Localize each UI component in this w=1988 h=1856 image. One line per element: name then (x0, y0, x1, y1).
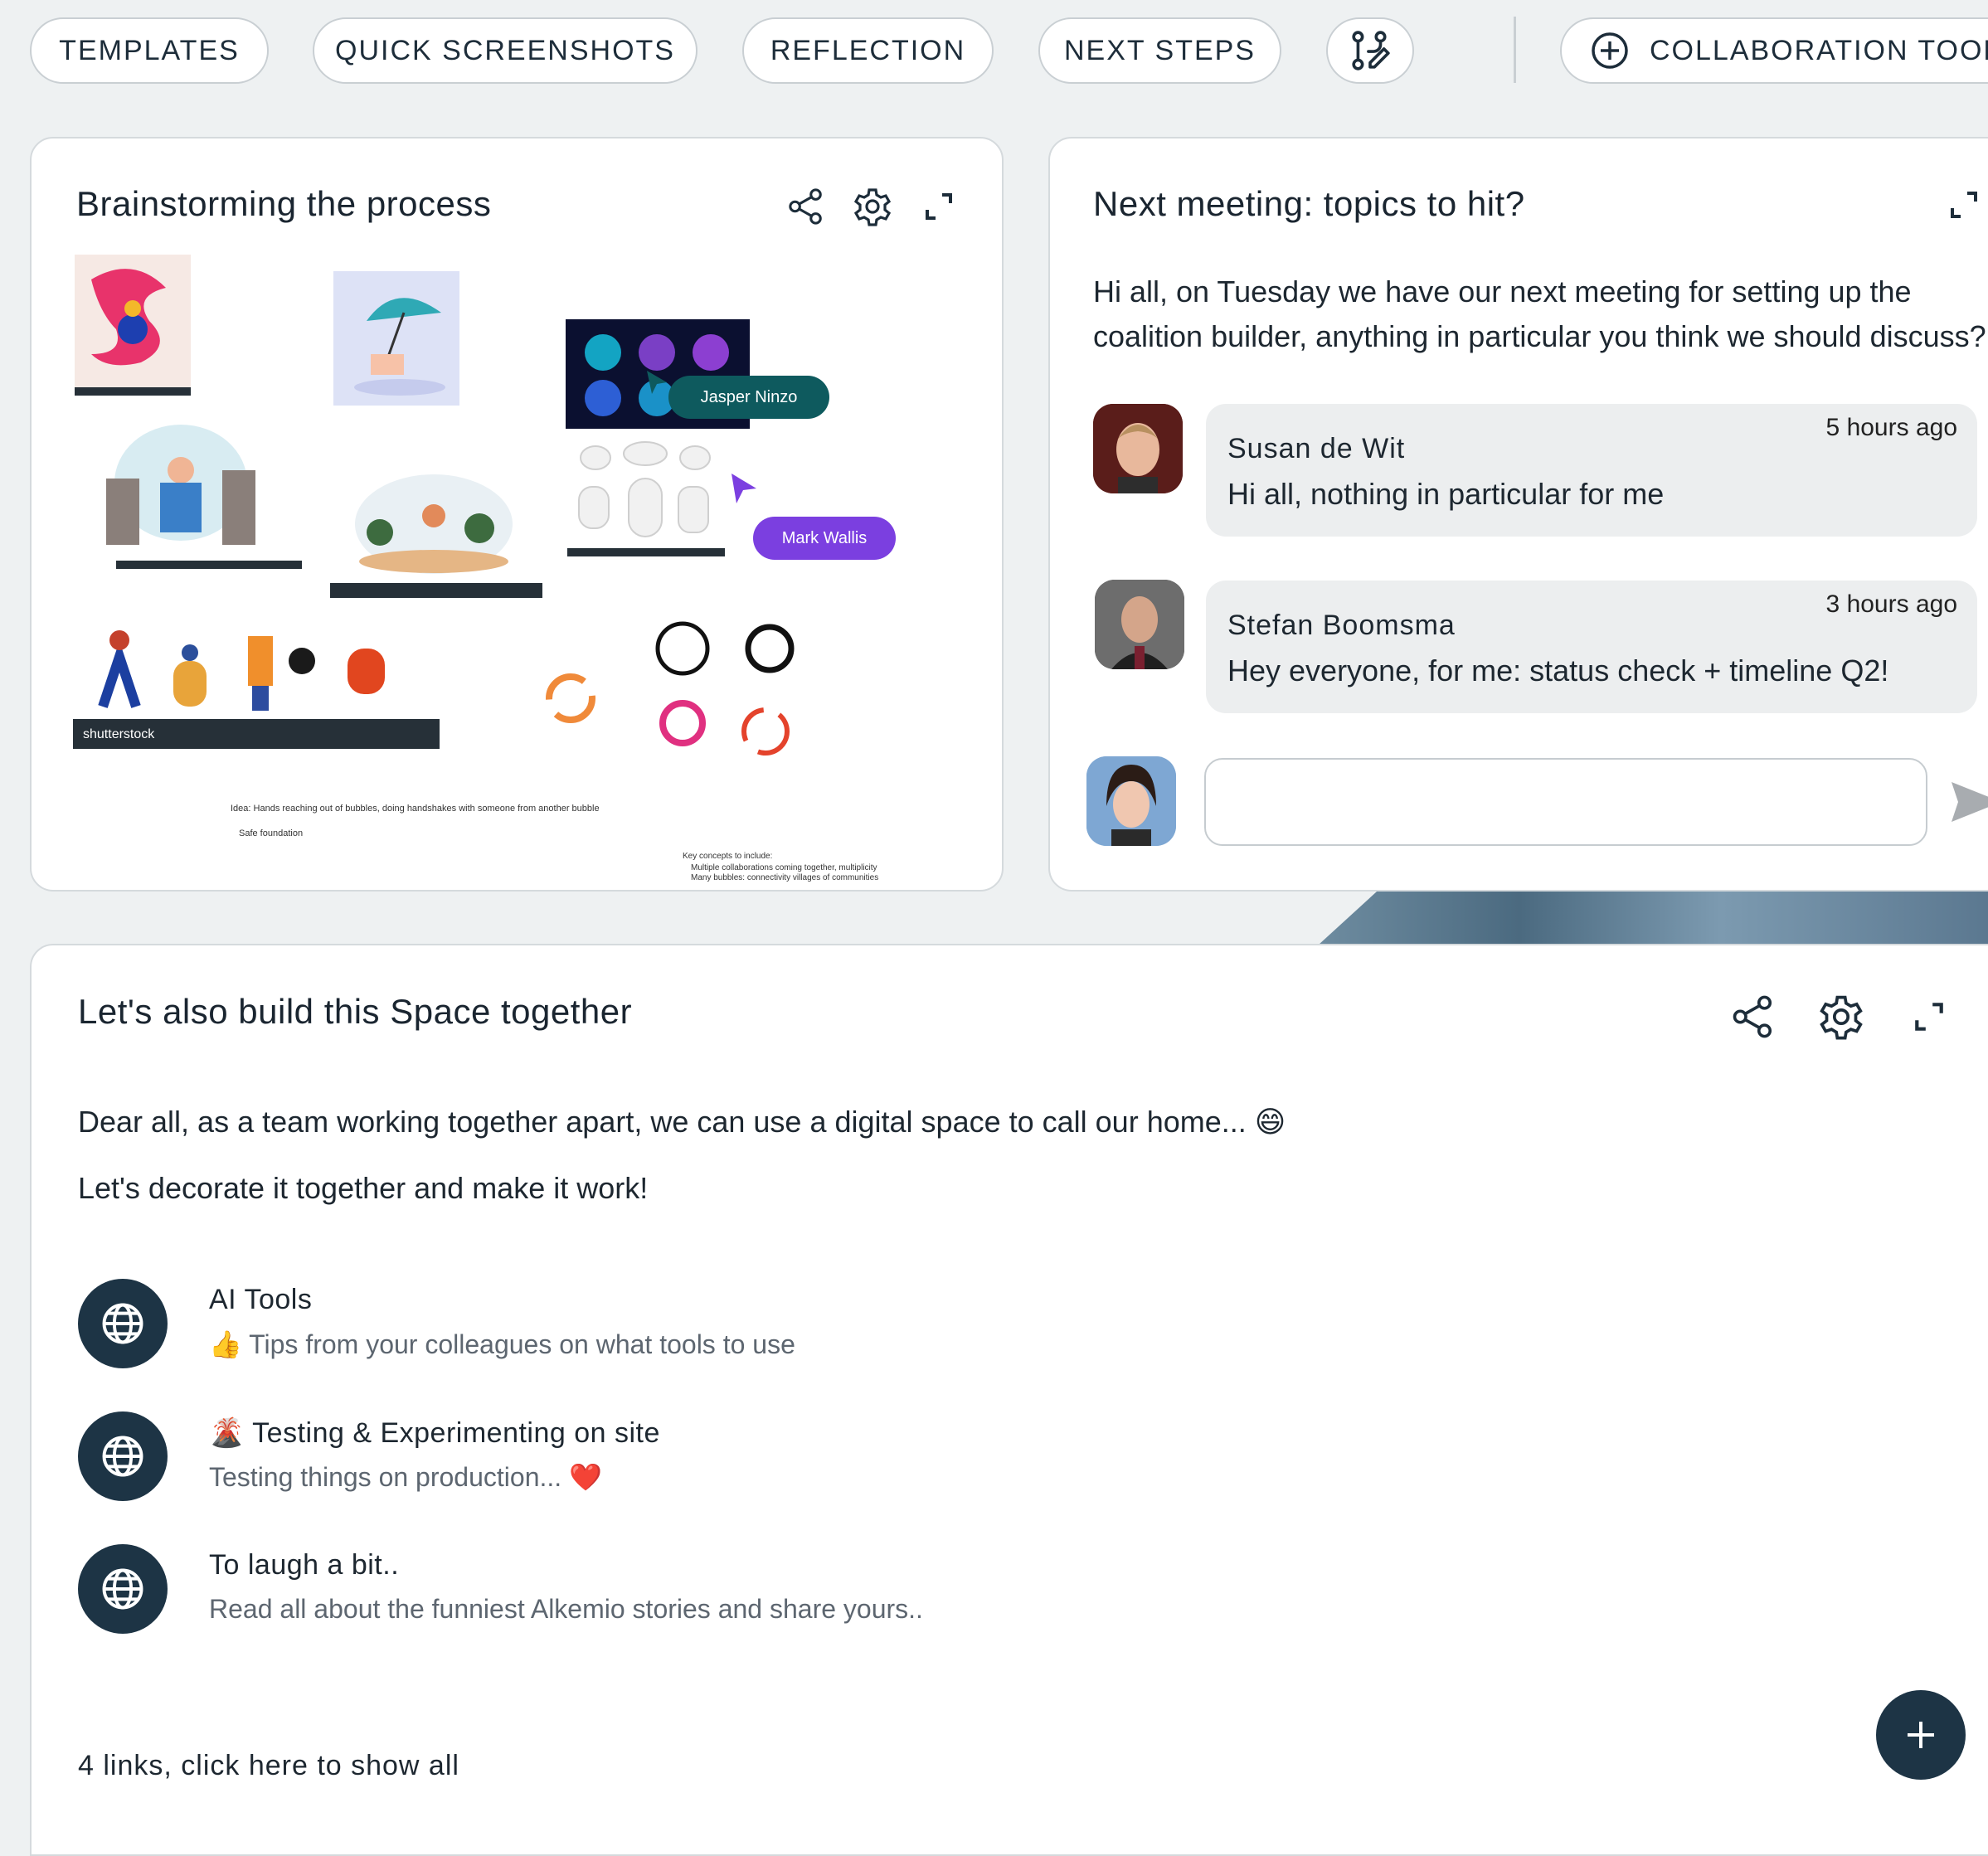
add-circle-icon (1592, 32, 1628, 69)
link-title[interactable]: To laugh a bit.. (209, 1549, 399, 1581)
background-banner (1319, 892, 1988, 945)
avatar (1095, 580, 1184, 669)
whiteboard-note: Multiple collaborations coming together,… (691, 863, 877, 872)
share-icon (789, 188, 822, 225)
illustration-circle-strokes (546, 621, 795, 756)
expand-button[interactable] (1904, 992, 1954, 1042)
whiteboard-canvas[interactable]: Jasper Ninzo Mark Wallis shutterstock Id… (56, 255, 985, 885)
illustration-pink-figure (75, 255, 191, 387)
message-author: Stefan Boomsma (1227, 610, 1456, 641)
settings-button[interactable] (1816, 992, 1866, 1042)
image-caption-bar (116, 561, 302, 569)
collaborator-cursor-label: Mark Wallis (753, 517, 896, 560)
show-all-links[interactable]: 4 links, click here to show all (78, 1750, 459, 1782)
discussion-description: Hi all, on Tuesday we have our next meet… (1093, 275, 1986, 353)
cursor-name: Jasper Ninzo (700, 387, 798, 406)
avatar (1093, 404, 1183, 493)
cursor-name: Mark Wallis (781, 528, 868, 547)
cursor-arrow-icon (732, 474, 756, 503)
flow-edit-icon (1352, 31, 1390, 70)
gear-icon (1820, 995, 1863, 1040)
tab-label: QUICK SCREENSHOTS (335, 34, 675, 66)
link-item-icon[interactable] (78, 1411, 168, 1501)
tab-reflection[interactable]: REFLECTION (742, 17, 994, 84)
link-description: Testing things on production... ❤️ (209, 1462, 602, 1492)
message-text: Hi all, nothing in particular for me (1227, 477, 1665, 511)
description-line: Let's decorate it together and make it w… (78, 1171, 649, 1205)
tab-next-steps[interactable]: NEXT STEPS (1038, 17, 1281, 84)
illustration-family-bubble (90, 420, 272, 553)
tab-label: NEXT STEPS (1064, 34, 1256, 66)
add-link-button[interactable] (1876, 1690, 1966, 1780)
globe-icon (102, 1568, 143, 1610)
whiteboard-note: Idea: Hands reaching out of bubbles, doi… (231, 804, 600, 814)
image-caption-bar (330, 583, 542, 598)
image-caption-bar (567, 548, 725, 556)
gear-icon (853, 188, 892, 226)
globe-icon (102, 1303, 143, 1344)
send-icon (1952, 782, 1988, 822)
whiteboard-note: Key concepts to include: (683, 852, 773, 861)
message-author: Susan de Wit (1227, 433, 1406, 464)
reply-input[interactable] (1204, 758, 1927, 846)
link-item-icon[interactable] (78, 1279, 168, 1368)
expand-button[interactable] (914, 182, 964, 231)
share-icon (1733, 995, 1772, 1038)
tab-label: REFLECTION (770, 34, 966, 66)
settings-button[interactable] (848, 182, 897, 231)
card-title: Next meeting: topics to hit? (1093, 184, 1525, 223)
links-card: Let's also build this Space together Dea… (30, 944, 1988, 1856)
image-caption-bar: shutterstock (73, 719, 440, 749)
link-description: 👍 Tips from your colleagues on what tool… (209, 1329, 795, 1359)
cursor-arrow-icon (647, 371, 667, 394)
link-description: Read all about the funniest Alkemio stor… (209, 1594, 923, 1624)
illustration-plants-bubble (347, 466, 521, 574)
description-line: Dear all, as a team working together apa… (78, 1105, 1286, 1139)
link-item-icon[interactable] (78, 1544, 168, 1634)
message-bubble: Susan de Wit 5 hours ago Hi all, nothing… (1206, 404, 1977, 537)
tab-templates[interactable]: TEMPLATES (30, 17, 269, 84)
share-button[interactable] (781, 182, 831, 231)
message-text: Hey everyone, for me: status check + tim… (1227, 653, 1889, 687)
collaboration-tool-button[interactable]: COLLABORATION TOOL (1560, 17, 1988, 84)
collaboration-tool-label: COLLABORATION TOOL (1650, 34, 1988, 66)
image-caption-bar (75, 387, 191, 396)
collaborator-cursor-label: Jasper Ninzo (668, 376, 829, 419)
link-title[interactable]: 🌋 Testing & Experimenting on site (209, 1416, 660, 1450)
expand-icon (926, 193, 952, 220)
link-title[interactable]: AI Tools (209, 1284, 312, 1316)
message-time: 5 hours ago (1825, 414, 1957, 441)
whiteboard-card: Brainstorming the process Jasper Ninzo M… (30, 137, 1004, 892)
illustration-umbrella (333, 271, 459, 406)
image-caption: shutterstock (83, 727, 155, 741)
expand-button[interactable] (1939, 180, 1988, 230)
expand-icon (1951, 192, 1977, 218)
expand-icon (1915, 1003, 1943, 1031)
message-bubble: Stefan Boomsma 3 hours ago Hey everyone,… (1206, 581, 1977, 713)
card-title: Brainstorming the process (76, 184, 492, 223)
send-button[interactable] (1947, 777, 1988, 827)
tab-label: TEMPLATES (59, 34, 240, 66)
message-time: 3 hours ago (1825, 590, 1957, 618)
tab-quick-screenshots[interactable]: QUICK SCREENSHOTS (313, 17, 698, 84)
illustration-people-row (78, 615, 493, 715)
globe-icon (102, 1436, 143, 1477)
illustration-white-vessels (571, 437, 720, 545)
whiteboard-note: Many bubbles: connectivity villages of c… (691, 873, 879, 882)
plus-icon (1908, 1722, 1934, 1748)
card-title: Let's also build this Space together (78, 992, 633, 1031)
whiteboard-note: Safe foundation (239, 828, 304, 838)
flow-edit-button[interactable] (1326, 17, 1414, 84)
toolbar-divider (1514, 17, 1516, 83)
share-button[interactable] (1728, 992, 1778, 1042)
discussion-card: Next meeting: topics to hit? Hi all, on … (1048, 137, 1988, 892)
current-user-avatar (1086, 756, 1176, 846)
